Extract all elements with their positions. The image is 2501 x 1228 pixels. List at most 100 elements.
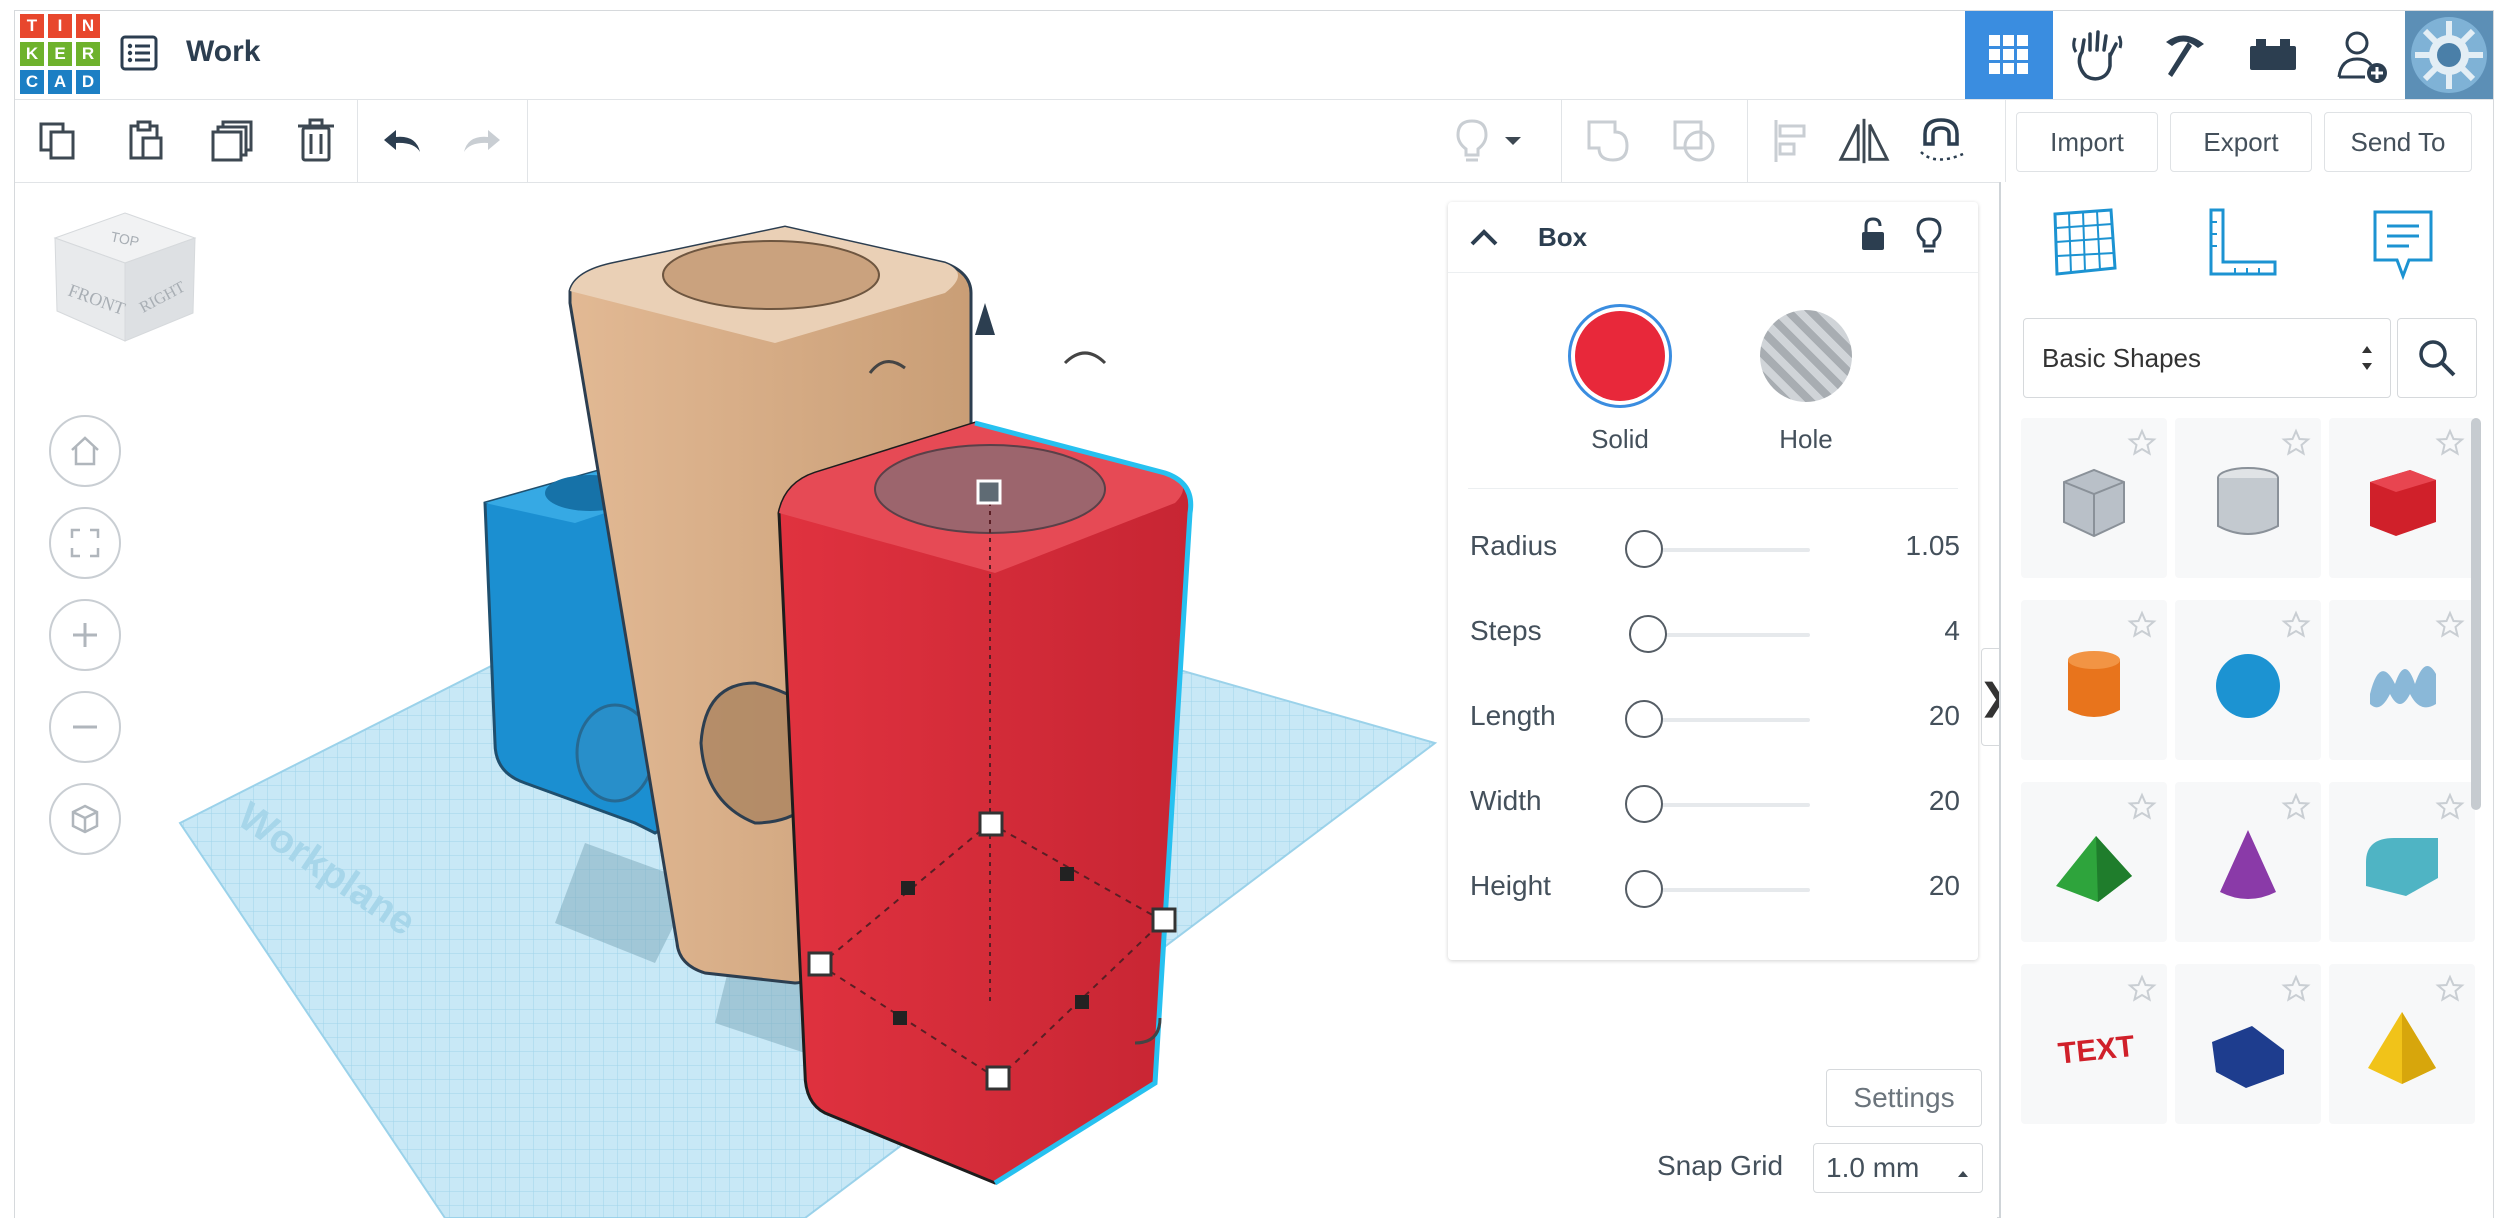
- import-button[interactable]: Import: [2016, 112, 2158, 172]
- inspector-header: Box: [1448, 202, 1978, 273]
- property-slider[interactable]: [1625, 700, 1810, 738]
- property-row-width: Width 20: [1470, 775, 1960, 835]
- property-label: Radius: [1470, 530, 1558, 561]
- selected-red-box-shape[interactable]: [777, 420, 1194, 1186]
- design-title[interactable]: Work: [186, 35, 260, 69]
- search-icon[interactable]: [2397, 318, 2477, 398]
- cruise-magnet-icon[interactable]: [1915, 114, 1969, 168]
- shape-tile-cylinder-hole[interactable]: [2175, 418, 2321, 578]
- chevron-down-icon[interactable]: [1495, 114, 1531, 168]
- tinkercad-logo[interactable]: TIN KER CAD: [20, 14, 100, 94]
- logo-letter: A: [48, 70, 72, 94]
- scribble-icon: [2370, 666, 2436, 708]
- lightbulb-icon[interactable]: [1914, 216, 1944, 259]
- shape-tile-roof[interactable]: [2021, 782, 2167, 942]
- logo-letter: I: [48, 14, 72, 38]
- shape-inspector-panel: Box Solid Hole Radius 1.05 Steps 4 Length 20 W…: [1448, 202, 1978, 960]
- trash-icon[interactable]: [289, 114, 343, 168]
- sphere-icon: [2216, 654, 2280, 718]
- snap-grid-value: 1.0 mm: [1826, 1152, 1920, 1183]
- workplane-grid-icon[interactable]: [2045, 204, 2125, 284]
- property-slider[interactable]: [1625, 785, 1810, 823]
- shape-category-select[interactable]: Basic Shapes: [2023, 318, 2391, 398]
- shape-tile-sphere[interactable]: [2175, 600, 2321, 760]
- zoom-out-icon[interactable]: [49, 691, 121, 763]
- collapse-chevron-icon[interactable]: [1468, 222, 1500, 259]
- shape-tile-wedge[interactable]: [2175, 964, 2321, 1124]
- solid-color-swatch[interactable]: [1568, 304, 1672, 408]
- shape-tile-scribble[interactable]: [2329, 600, 2475, 760]
- svg-text:TEXT: TEXT: [2057, 1030, 2137, 1071]
- caret-up-icon: [1956, 1156, 1970, 1188]
- sort-arrows-icon: [2360, 341, 2374, 382]
- shape-tile-box-hole[interactable]: [2021, 418, 2167, 578]
- panel-scrollbar[interactable]: [2471, 418, 2481, 810]
- lift-arrow-icon[interactable]: [975, 303, 995, 335]
- lightbulb-icon[interactable]: [1445, 114, 1499, 168]
- redo-icon[interactable]: [455, 114, 509, 168]
- property-slider[interactable]: [1625, 530, 1810, 568]
- property-slider[interactable]: [1629, 615, 1810, 653]
- shape-tile-cylinder[interactable]: [2021, 600, 2167, 760]
- ruler-icon[interactable]: [2201, 204, 2281, 284]
- undo-icon[interactable]: [375, 114, 429, 168]
- hole-swatch[interactable]: [1760, 310, 1852, 402]
- design-list-icon[interactable]: [119, 33, 159, 73]
- property-value-input[interactable]: 20: [1929, 785, 1960, 817]
- hole-label: Hole: [1779, 424, 1833, 454]
- send-to-button[interactable]: Send To: [2324, 112, 2472, 172]
- property-label: Height: [1470, 870, 1551, 901]
- property-row-length: Length 20: [1470, 690, 1960, 750]
- property-row-height: Height 20: [1470, 860, 1960, 920]
- grid-3d-view-icon[interactable]: [1965, 11, 2053, 99]
- property-slider[interactable]: [1625, 870, 1810, 908]
- unlock-icon[interactable]: [1856, 216, 1890, 259]
- copy-icon[interactable]: [31, 114, 85, 168]
- cylinder-icon: [2068, 651, 2120, 717]
- view-cube[interactable]: TOP FRONT RIGHT: [53, 212, 197, 342]
- pickaxe-minecraft-icon[interactable]: [2141, 11, 2229, 99]
- snap-grid-select[interactable]: 1.0 mm: [1813, 1143, 1983, 1193]
- slider-knob[interactable]: [1629, 615, 1667, 653]
- notes-icon[interactable]: [2363, 204, 2443, 284]
- fit-view-icon[interactable]: [49, 507, 121, 579]
- paste-icon[interactable]: [119, 114, 173, 168]
- slider-knob[interactable]: [1625, 700, 1664, 738]
- align-icon[interactable]: [1763, 114, 1817, 168]
- cylinder-hole-icon: [2217, 467, 2279, 535]
- property-value-input[interactable]: 20: [1929, 700, 1960, 732]
- slider-knob[interactable]: [1625, 870, 1664, 908]
- brick-lego-icon[interactable]: [2229, 11, 2317, 99]
- shape-tile-round-roof[interactable]: [2329, 782, 2475, 942]
- profile-avatar-icon[interactable]: [2405, 11, 2493, 99]
- settings-button[interactable]: Settings: [1826, 1069, 1982, 1127]
- export-button[interactable]: Export: [2170, 112, 2312, 172]
- edit-toolbar: [15, 100, 2006, 183]
- group-icon[interactable]: [1581, 114, 1635, 168]
- shape-tile-text[interactable]: TEXT: [2021, 964, 2167, 1124]
- round-roof-icon: [2366, 838, 2438, 896]
- zoom-in-icon[interactable]: [49, 599, 121, 671]
- shape-tile-box[interactable]: [2329, 418, 2475, 578]
- slider-knob[interactable]: [1625, 530, 1664, 568]
- property-value-input[interactable]: 20: [1929, 870, 1960, 902]
- logo-letter: K: [20, 42, 44, 66]
- shape-tile-cone[interactable]: [2175, 782, 2321, 942]
- property-label: Steps: [1470, 615, 1542, 646]
- perspective-toggle-icon[interactable]: [49, 783, 121, 855]
- shape-tile-pyramid[interactable]: [2329, 964, 2475, 1124]
- add-user-icon[interactable]: [2317, 11, 2405, 99]
- property-value-input[interactable]: 4: [1944, 615, 1960, 647]
- home-view-icon[interactable]: [49, 415, 121, 487]
- header-mode-icons: [1965, 11, 2493, 99]
- duplicate-icon[interactable]: [205, 114, 259, 168]
- mirror-icon[interactable]: [1837, 114, 1891, 168]
- cone-icon: [2220, 830, 2276, 899]
- ungroup-icon[interactable]: [1667, 114, 1721, 168]
- rotate-handle-icon[interactable]: [1063, 351, 1107, 365]
- logo-letter: C: [20, 70, 44, 94]
- solid-color-fill: [1575, 311, 1665, 401]
- slider-knob[interactable]: [1625, 785, 1664, 823]
- sim-lab-hand-icon[interactable]: [2053, 11, 2141, 99]
- property-value-input[interactable]: 1.05: [1906, 530, 1961, 562]
